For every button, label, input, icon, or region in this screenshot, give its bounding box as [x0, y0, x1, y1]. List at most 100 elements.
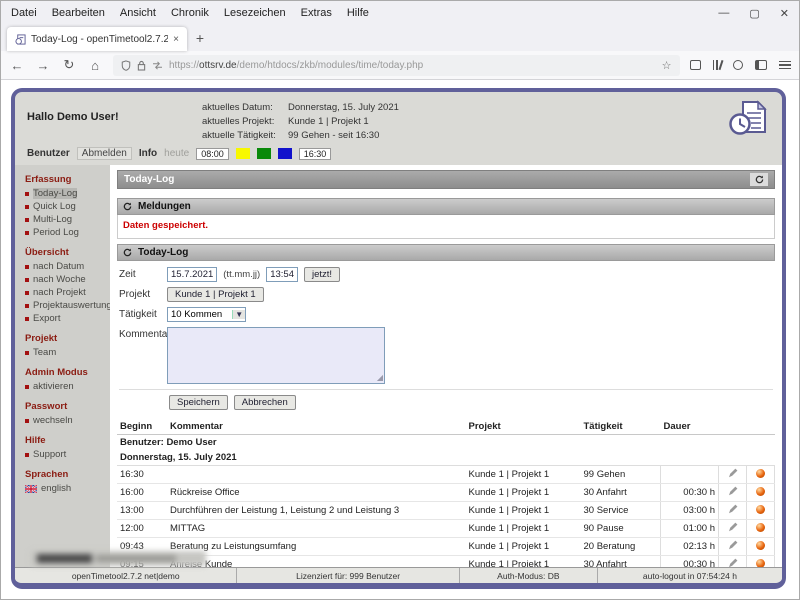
- home-icon[interactable]: ⌂: [87, 58, 103, 73]
- bullet-icon: [25, 290, 29, 295]
- back-icon[interactable]: ←: [9, 58, 25, 73]
- app-header: Hallo Demo User! aktuelles Datum: Donners…: [15, 92, 782, 143]
- delete-icon[interactable]: [756, 468, 765, 478]
- projekt-label: Projekt: [119, 289, 151, 301]
- messages-title: Meldungen: [138, 201, 191, 213]
- forward-icon[interactable]: →: [35, 58, 51, 73]
- bookmark-star-icon[interactable]: ☆: [662, 59, 672, 72]
- sidebar-section-passwort: Passwort: [25, 401, 68, 413]
- sidebar-item-nach-projekt[interactable]: nach Projekt: [25, 286, 106, 299]
- refresh-icon[interactable]: [750, 173, 768, 187]
- now-button[interactable]: jetzt!: [303, 267, 341, 283]
- sidebar-section-erfassung: Erfassung: [25, 174, 72, 186]
- sidebar-item-nach-woche[interactable]: nach Woche: [25, 273, 106, 286]
- browser-tab-today-log[interactable]: Today-Log - openTimetool2.7.2 ×: [7, 27, 187, 51]
- edit-icon[interactable]: [728, 468, 738, 481]
- date-input[interactable]: 15.7.2021: [167, 267, 218, 283]
- day-end-time: 16:30: [298, 147, 332, 160]
- current-project: Kunde 1 | Projekt 1: [288, 115, 369, 127]
- time-input[interactable]: 13:54: [266, 267, 298, 283]
- sidebar: Erfassung Today-Log Quick Log Multi-Log …: [15, 165, 112, 567]
- sidebar-item-multi-log[interactable]: Multi-Log: [25, 213, 106, 226]
- menu-lesezeichen[interactable]: Lesezeichen: [224, 7, 286, 19]
- table-row: 12:00 MITTAG Kunde 1 | Projekt 1 90 Pause 01…: [117, 519, 775, 539]
- legend-green-swatch: [256, 148, 271, 160]
- save-button[interactable]: Speichern: [169, 395, 228, 411]
- account-icon[interactable]: [733, 60, 743, 70]
- col-projekt: Projekt: [465, 419, 581, 436]
- table-user-row: Benutzer: Demo User: [120, 437, 217, 449]
- extensions-icon[interactable]: [689, 60, 701, 70]
- edit-icon[interactable]: [728, 558, 738, 567]
- sidebar-section-uebersicht: Übersicht: [25, 247, 69, 259]
- edit-icon[interactable]: [728, 522, 738, 535]
- url-bar[interactable]: https://ottsrv.de/demo/htdocs/zkb/module…: [113, 54, 680, 76]
- table-row: 09:15Anreise KundeKunde 1 | Projekt 130 …: [117, 555, 775, 567]
- new-tab-button[interactable]: +: [187, 30, 213, 46]
- delete-icon[interactable]: [756, 540, 765, 550]
- toolbar-abmelden[interactable]: Abmelden: [76, 147, 132, 161]
- footer-version: openTimetool2.7.2 net|demo: [15, 568, 238, 583]
- menu-hilfe[interactable]: Hilfe: [347, 7, 369, 19]
- footer-license: Lizenziert für: 999 Benutzer: [237, 568, 460, 583]
- maximize-button[interactable]: ▢: [749, 7, 759, 20]
- edit-icon[interactable]: [728, 540, 738, 553]
- sidebar-item-team[interactable]: Team: [25, 346, 106, 359]
- delete-icon[interactable]: [756, 486, 765, 496]
- permissions-icon[interactable]: [152, 61, 163, 70]
- sidebar-item-export[interactable]: Export: [25, 312, 106, 325]
- delete-icon[interactable]: [756, 522, 765, 532]
- menu-extras[interactable]: Extras: [301, 7, 332, 19]
- close-button[interactable]: ✕: [780, 7, 789, 20]
- sidebar-item-today-log[interactable]: Today-Log: [25, 187, 106, 200]
- sidebar-toggle-icon[interactable]: [755, 60, 767, 70]
- lock-icon[interactable]: [137, 60, 146, 71]
- menu-bearbeiten[interactable]: Bearbeiten: [52, 7, 105, 19]
- sidebar-item-quick-log[interactable]: Quick Log: [25, 200, 106, 213]
- minimize-button[interactable]: —: [718, 7, 729, 19]
- sidebar-item-projektauswertung[interactable]: Projektauswertung: [25, 299, 112, 312]
- sidebar-item-aktivieren[interactable]: aktivieren: [25, 380, 106, 393]
- kommentar-label: Kommentar: [119, 329, 171, 341]
- sidebar-item-period-log[interactable]: Period Log: [25, 226, 106, 239]
- chevron-down-icon: ▼: [232, 310, 246, 320]
- status-message: Daten gespeichert.: [123, 220, 208, 232]
- delete-icon[interactable]: [756, 504, 765, 514]
- library-icon[interactable]: [712, 60, 723, 70]
- bullet-icon: [25, 350, 29, 355]
- bullet-icon: [25, 264, 29, 269]
- sidebar-item-support[interactable]: Support: [25, 448, 106, 461]
- app-toolbar: Benutzer Abmelden Info heute 08:00 16:30: [15, 143, 782, 165]
- sidebar-item-nach-datum[interactable]: nach Datum: [25, 260, 106, 273]
- toolbar-benutzer[interactable]: Benutzer: [27, 148, 70, 159]
- projekt-select-button[interactable]: Kunde 1 | Projekt 1: [167, 287, 264, 303]
- toolbar-info[interactable]: Info: [139, 148, 157, 159]
- bullet-icon: [25, 384, 29, 389]
- menu-ansicht[interactable]: Ansicht: [120, 7, 156, 19]
- kommentar-textarea[interactable]: ◢: [167, 327, 385, 385]
- resize-handle-icon[interactable]: ◢: [377, 374, 383, 382]
- cancel-button[interactable]: Abbrechen: [233, 395, 296, 411]
- page-title-bar: Today-Log: [117, 170, 775, 190]
- browser-window: Datei Bearbeiten Ansicht Chronik Lesezei…: [0, 0, 800, 600]
- edit-icon[interactable]: [728, 486, 738, 499]
- form-section-header: Today-Log: [117, 244, 775, 262]
- menu-datei[interactable]: Datei: [11, 7, 37, 19]
- edit-icon[interactable]: [728, 504, 738, 517]
- taetigkeit-select[interactable]: 10 Kommen ▼: [167, 307, 247, 323]
- hamburger-menu-icon[interactable]: [779, 60, 791, 70]
- tab-close-icon[interactable]: ×: [173, 34, 179, 45]
- bullet-icon: [25, 191, 29, 196]
- reload-icon[interactable]: ↻: [61, 57, 77, 73]
- entry-form: Zeit 15.7.2021 (tt.mm.jj) 13:54 jetzt! P…: [117, 261, 775, 411]
- table-date-row: Donnerstag, 15. July 2021: [117, 450, 775, 467]
- sidebar-item-english[interactable]: english: [25, 482, 106, 495]
- messages-section-header: Meldungen: [117, 198, 775, 216]
- delete-icon[interactable]: [756, 558, 765, 567]
- shield-icon[interactable]: [121, 59, 131, 71]
- greeting: Hallo Demo User!: [27, 111, 119, 123]
- tab-title: Today-Log - openTimetool2.7.2: [31, 33, 169, 45]
- app-logo-icon: [728, 99, 770, 142]
- menu-chronik[interactable]: Chronik: [171, 7, 209, 19]
- sidebar-item-wechseln[interactable]: wechseln: [25, 414, 106, 427]
